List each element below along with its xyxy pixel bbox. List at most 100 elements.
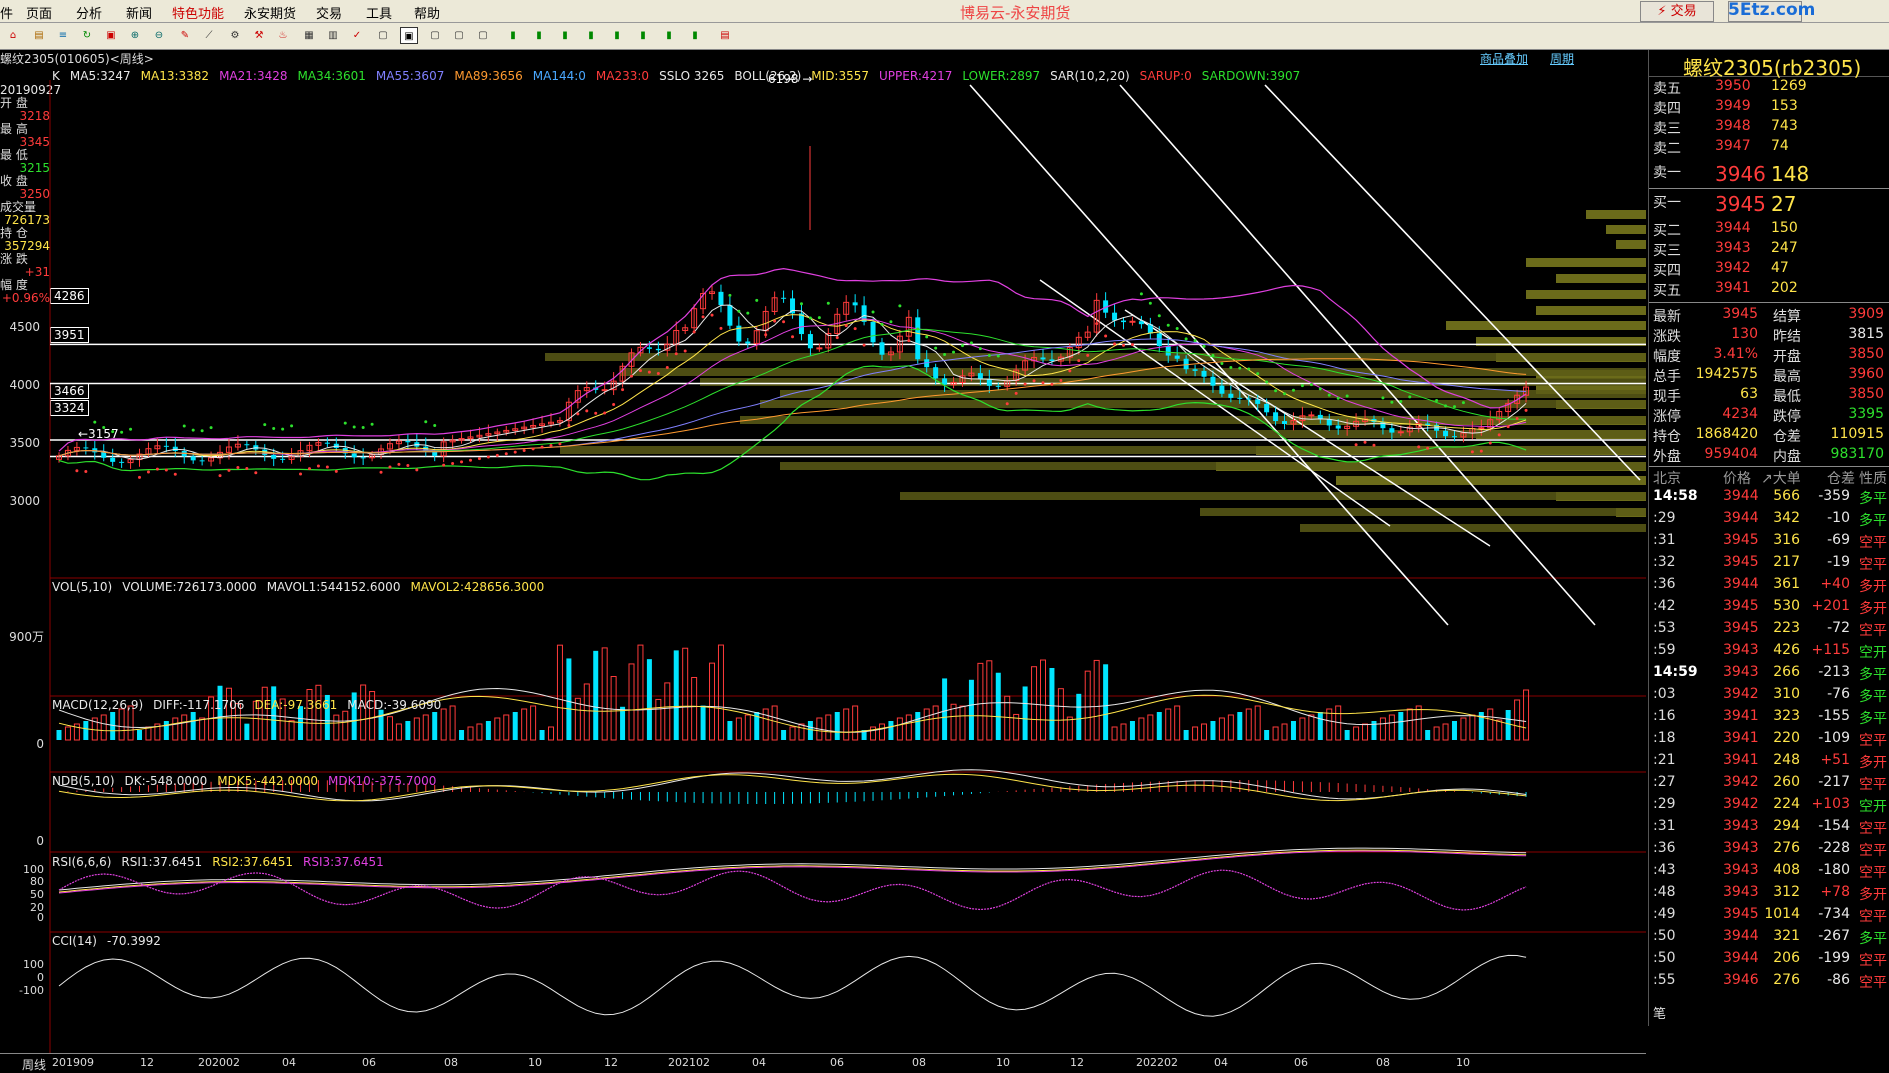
window-icon[interactable]: ▣ <box>102 27 120 44</box>
table-icon[interactable]: ▥ <box>324 27 342 44</box>
volume-bar <box>163 721 169 740</box>
volume-profile-bar <box>1606 225 1646 234</box>
menu-item-trade[interactable]: 交易 <box>316 3 342 22</box>
calendar-day-icon[interactable]: ▢ <box>374 27 392 44</box>
time-tick: 10 <box>528 1056 542 1069</box>
period-30-icon[interactable]: ▮ <box>608 27 626 44</box>
sar-dot <box>281 427 285 431</box>
stat-label: 涨停 <box>1653 409 1681 425</box>
sar-dot <box>155 467 159 471</box>
volume-bar <box>968 679 974 740</box>
home-icon[interactable]: ⌂ <box>4 27 22 44</box>
candle-body <box>1165 346 1171 356</box>
period-3-icon[interactable]: ▮ <box>530 27 548 44</box>
volume-bar <box>181 714 188 741</box>
period-4h-icon[interactable]: ▮ <box>660 27 678 44</box>
ask-row[interactable]: 卖二 3947 74 <box>1649 138 1889 158</box>
tick-icon[interactable]: ✓ <box>348 27 366 44</box>
sar-dot <box>549 444 553 448</box>
candle-body <box>1451 436 1457 438</box>
ask-row[interactable]: 卖三 3948 743 <box>1649 118 1889 138</box>
kline-chart[interactable] <box>0 50 1646 1053</box>
bid-row[interactable]: 买三 3943 247 <box>1649 240 1889 260</box>
grid-icon[interactable]: ▦ <box>300 27 318 44</box>
tick-price: 3943 <box>1723 840 1759 856</box>
candle-body <box>1192 369 1198 371</box>
tick-tab[interactable]: 笔 <box>1653 1003 1666 1022</box>
period-5-icon[interactable]: ▮ <box>556 27 574 44</box>
menu-item-page[interactable]: 页面 <box>26 3 52 22</box>
sar-dot <box>504 452 508 456</box>
tick-nature: 空平 <box>1859 843 1887 859</box>
candle-body <box>1246 398 1252 400</box>
volume-bar <box>1120 723 1127 741</box>
bid-row[interactable]: 买一 3945 27 <box>1649 192 1889 216</box>
menu-item-analysis[interactable]: 分析 <box>76 3 102 22</box>
period-1-icon[interactable]: ▮ <box>504 27 522 44</box>
report-icon[interactable]: ▤ <box>716 27 734 44</box>
volume-bar <box>56 730 62 740</box>
pen-icon[interactable]: ✎ <box>176 27 194 44</box>
tick-volume: 1014 <box>1764 906 1800 922</box>
zoom-out-icon[interactable]: ⊖ <box>150 27 168 44</box>
stat-label: 最低 <box>1773 389 1801 405</box>
sar-dot <box>612 402 616 406</box>
volume-bar <box>593 650 599 740</box>
menu-item-features[interactable]: 特色功能 <box>172 3 224 22</box>
folder-icon[interactable]: ▤ <box>30 27 48 44</box>
calendar-month-icon[interactable]: ▢ <box>426 27 444 44</box>
menu-item-news[interactable]: 新闻 <box>126 3 152 22</box>
volume-bar <box>1290 721 1296 740</box>
volume-bar <box>637 644 644 741</box>
time-tick: 08 <box>912 1056 926 1069</box>
sar-dot <box>1193 339 1197 343</box>
ask-row[interactable]: 卖五 3950 1269 <box>1649 78 1889 98</box>
menu-item-tools[interactable]: 工具 <box>366 3 392 22</box>
period-15-icon[interactable]: ▮ <box>582 27 600 44</box>
wrench-icon[interactable]: ⚒ <box>250 27 268 44</box>
candle-body <box>942 378 948 385</box>
candle-body <box>1112 312 1118 321</box>
ask-row[interactable]: 卖四 3949 153 <box>1649 98 1889 118</box>
sar-dot <box>75 469 79 473</box>
calendar-season-icon[interactable]: ▢ <box>450 27 468 44</box>
bid-row[interactable]: 买四 3942 47 <box>1649 260 1889 280</box>
candle-body <box>1380 421 1386 429</box>
sar-dot <box>1238 366 1242 370</box>
bid-row[interactable]: 买二 3944 150 <box>1649 220 1889 240</box>
bell-icon[interactable]: ♨ <box>274 27 292 44</box>
sar-dot <box>889 320 893 324</box>
menu-item-yongan[interactable]: 永安期货 <box>244 3 296 22</box>
ask-row[interactable]: 卖一 3946 148 <box>1649 162 1889 186</box>
calendar-year-icon[interactable]: ▢ <box>474 27 492 44</box>
sar-dot <box>907 339 911 343</box>
period-y-icon[interactable]: ▮ <box>686 27 704 44</box>
sar-dot <box>755 298 759 302</box>
refresh-icon[interactable]: ↻ <box>78 27 96 44</box>
sar-dot <box>1381 396 1385 400</box>
calendar-week-icon[interactable]: ▣ <box>400 27 418 44</box>
volume-bar <box>1192 726 1199 741</box>
trade-button[interactable]: ⚡ 交易 <box>1640 1 1714 22</box>
tick-row: 14:59 3943 266 -213 多平 <box>1649 664 1889 686</box>
gear-icon[interactable]: ⚙ <box>226 27 244 44</box>
sar-dot <box>1086 353 1090 357</box>
zoom-in-icon[interactable]: ⊕ <box>126 27 144 44</box>
volume-bar <box>1406 708 1413 741</box>
chart-area[interactable]: 螺纹2305(010605)<周线> 商品叠加 周期 K MA5:3247 MA13… <box>0 50 1646 1072</box>
sar-dot <box>943 352 947 356</box>
ask-volume: 1269 <box>1771 78 1807 94</box>
bid-row[interactable]: 买五 3941 202 <box>1649 280 1889 300</box>
list-icon[interactable]: ≡ <box>54 27 72 44</box>
tick-row: :31 3945 316 -69 空平 <box>1649 532 1889 554</box>
menu-item-help[interactable]: 帮助 <box>414 3 440 22</box>
volume-profile-bar <box>1336 476 1646 485</box>
tick-volume: 312 <box>1773 884 1800 900</box>
stat-value: 63 <box>1740 386 1758 402</box>
period-60-icon[interactable]: ▮ <box>634 27 652 44</box>
volume-bar <box>494 717 501 741</box>
sar-dot <box>719 326 723 330</box>
menu-item-file[interactable]: 件 <box>0 3 13 22</box>
ruler-icon[interactable]: ⟋ <box>200 27 218 44</box>
volume-bar <box>798 723 805 741</box>
